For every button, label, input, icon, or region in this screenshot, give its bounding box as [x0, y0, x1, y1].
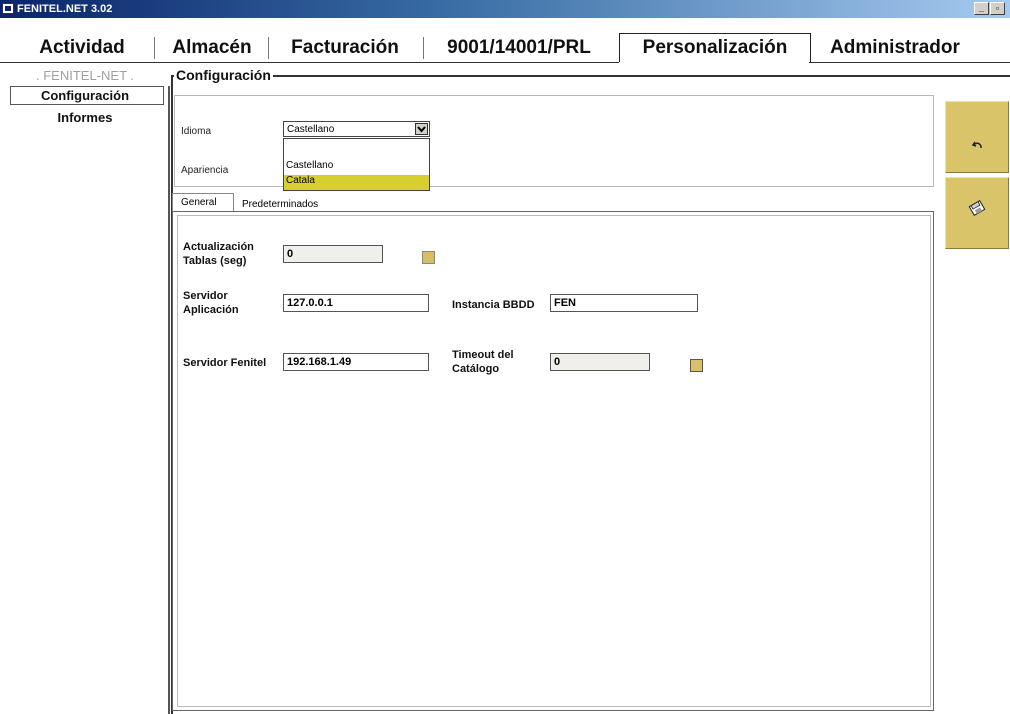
servidor-aplicacion-label-line1: Servidor	[183, 290, 228, 302]
dropdown-option-castellano[interactable]: Castellano	[284, 160, 429, 174]
menu-separator	[423, 37, 424, 59]
actualizacion-input[interactable]: 0	[283, 245, 383, 263]
timeout-catalogo-input[interactable]: 0	[550, 353, 650, 371]
servidor-fenitel-input[interactable]: 192.168.1.49	[283, 353, 429, 371]
title-bar: FENITEL.NET 3.02 _ ▫	[0, 0, 1010, 18]
idioma-select[interactable]: Castellano	[283, 121, 430, 137]
sidebar-item-configuracion[interactable]: Configuración	[10, 87, 160, 105]
save-disk-icon	[968, 200, 986, 216]
sidebar-item-informes[interactable]: Informes	[10, 109, 160, 127]
timeout-label-line1: Timeout del	[452, 349, 514, 361]
minimize-icon: _	[978, 3, 984, 13]
idioma-dropdown-list: Castellano Catala	[283, 138, 430, 191]
servidor-fenitel-label: Servidor Fenitel	[183, 357, 267, 369]
apariencia-label: Apariencia	[181, 165, 229, 176]
menu-administrador[interactable]: Administrador	[818, 34, 972, 62]
save-button[interactable]	[945, 177, 1009, 249]
actualizacion-label: Actualización Tablas (seg)	[183, 240, 254, 268]
tab-predeterminados[interactable]: Predeterminados	[242, 199, 318, 210]
sidebar-divider	[168, 86, 170, 714]
restore-button[interactable]: ▫	[990, 2, 1005, 15]
undo-button[interactable]	[945, 101, 1009, 173]
instancia-bbdd-input[interactable]: FEN	[550, 294, 698, 312]
restore-icon: ▫	[995, 3, 1000, 13]
menu-actividad[interactable]: Actividad	[20, 34, 144, 62]
tab-general[interactable]: General	[172, 193, 234, 212]
menu-underline	[809, 62, 1010, 63]
menu-underline	[0, 62, 619, 63]
general-panel	[172, 211, 934, 711]
sidebar-header: . FENITEL-NET .	[36, 68, 134, 83]
instancia-bbdd-label: Instancia BBDD	[452, 299, 535, 311]
timeout-catalogo-label: Timeout del Catálogo	[452, 348, 514, 376]
actualizacion-label-line2: Tablas (seg)	[183, 255, 247, 267]
servidor-aplicacion-label: Servidor Aplicación	[183, 289, 239, 317]
configuracion-title: Configuración	[174, 67, 273, 83]
main-menu-bar: Actividad Almacén Facturación 9001/14001…	[0, 33, 1010, 62]
menu-separator	[154, 37, 155, 59]
timeout-indicator[interactable]	[690, 359, 703, 372]
servidor-aplicacion-label-line2: Aplicación	[183, 304, 239, 316]
menu-almacen[interactable]: Almacén	[160, 34, 264, 62]
general-panel-inner	[177, 215, 931, 707]
window-title: FENITEL.NET 3.02	[17, 3, 113, 15]
menu-9001-14001-prl[interactable]: 9001/14001/PRL	[430, 34, 608, 62]
undo-icon	[972, 141, 982, 148]
app-icon	[2, 3, 14, 14]
actualizacion-label-line1: Actualización	[183, 241, 254, 253]
chevron-down-icon[interactable]	[415, 123, 428, 135]
menu-facturacion[interactable]: Facturación	[278, 34, 412, 62]
actualizacion-indicator[interactable]	[422, 251, 435, 264]
timeout-label-line2: Catálogo	[452, 363, 500, 375]
dropdown-option-catala[interactable]: Catala	[284, 175, 429, 190]
idioma-select-value: Castellano	[287, 124, 335, 135]
menu-separator	[268, 37, 269, 59]
minimize-button[interactable]: _	[974, 2, 989, 15]
servidor-aplicacion-input[interactable]: 127.0.0.1	[283, 294, 429, 312]
idioma-label: Idioma	[181, 126, 212, 137]
menu-personalizacion[interactable]: Personalización	[619, 33, 811, 62]
